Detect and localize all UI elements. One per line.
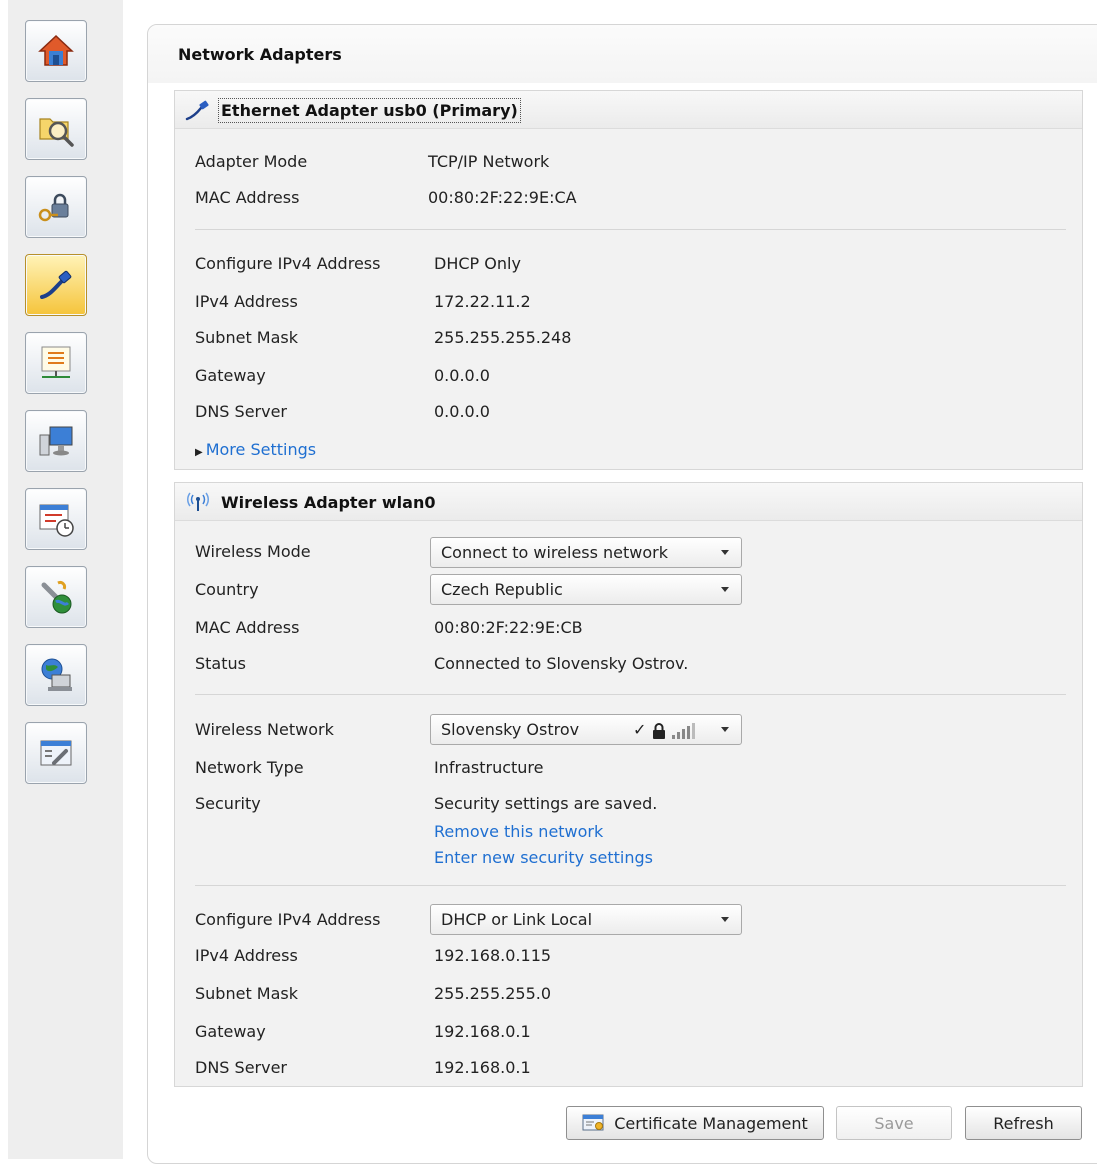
mac-address-label: MAC Address <box>195 188 300 207</box>
divider <box>195 229 1066 230</box>
config-tool-icon <box>40 740 72 766</box>
wireless-mac-value: 00:80:2F:22:9E:CB <box>434 618 583 637</box>
configure-ipv4-label: Configure IPv4 Address <box>195 254 381 273</box>
ethernet-section-header[interactable]: Ethernet Adapter usb0 (Primary) <box>175 91 1082 129</box>
gateway-value: 0.0.0.0 <box>434 366 490 385</box>
status-label: Status <box>195 654 246 673</box>
ipv4-address-label: IPv4 Address <box>195 292 298 311</box>
configure-ipv4-value: DHCP or Link Local <box>441 910 593 929</box>
wireless-network-label: Wireless Network <box>195 720 334 739</box>
save-label: Save <box>874 1113 914 1133</box>
subnet-mask-label: Subnet Mask <box>195 328 299 347</box>
adapter-mode-label: Adapter Mode <box>195 152 308 171</box>
home-button[interactable] <box>25 20 87 82</box>
ethernet-adapter-section: Ethernet Adapter usb0 (Primary) Adapter … <box>174 90 1083 470</box>
wireless-gateway-value: 192.168.0.1 <box>434 1022 531 1041</box>
computer-display-button[interactable] <box>25 410 87 472</box>
wireless-antenna-icon <box>187 492 209 511</box>
network-cable-icon <box>185 100 209 121</box>
certificate-icon <box>582 1114 604 1131</box>
security-value: Security settings are saved. <box>434 794 658 813</box>
wireless-mode-value: Connect to wireless network <box>441 543 669 562</box>
schedule-clock-icon <box>39 504 74 537</box>
ipv4-address-value: 172.22.11.2 <box>434 292 531 311</box>
tools-globe-icon <box>41 581 72 614</box>
network-status-indicators: ✓ <box>633 720 701 739</box>
more-settings-label: More Settings <box>205 440 317 459</box>
network-type-label: Network Type <box>195 758 304 777</box>
lock-key-icon <box>38 193 69 222</box>
dns-server-label: DNS Server <box>195 402 287 421</box>
signal-strength-icon <box>671 723 695 739</box>
chevron-down-icon <box>721 727 729 732</box>
enter-security-settings-link[interactable]: Enter new security settings <box>434 848 653 867</box>
configure-ipv4-select[interactable]: DHCP or Link Local <box>430 904 742 935</box>
country-label: Country <box>195 580 259 599</box>
status-value: Connected to Slovensky Ostrov. <box>434 654 689 673</box>
subnet-mask-value: 255.255.255.248 <box>434 328 572 347</box>
wireless-configure-ipv4-label: Configure IPv4 Address <box>195 910 381 929</box>
wireless-ipv4-value: 192.168.0.115 <box>434 946 552 965</box>
wireless-dns-value: 192.168.0.1 <box>434 1058 531 1077</box>
wireless-mode-select[interactable]: Connect to wireless network <box>430 537 742 568</box>
wireless-mac-label: MAC Address <box>195 618 300 637</box>
adapter-mode-value: TCP/IP Network <box>428 152 550 171</box>
expand-triangle-icon: ▶ <box>195 447 203 458</box>
refresh-button[interactable]: Refresh <box>965 1106 1082 1140</box>
refresh-label: Refresh <box>993 1113 1054 1133</box>
wireless-mode-label: Wireless Mode <box>195 542 311 561</box>
country-value: Czech Republic <box>441 580 563 599</box>
more-settings-link[interactable]: ▶ More Settings <box>195 440 316 459</box>
panel-header: Network Adapters <box>148 25 1097 83</box>
lock-icon <box>652 723 665 739</box>
wireless-network-select[interactable]: Slovensky Ostrov ✓ <box>430 714 742 745</box>
network-adapters-panel: Network Adapters Ethernet Adapter usb0 (… <box>147 24 1097 1164</box>
tools-globe-button[interactable] <box>25 566 87 628</box>
divider <box>195 694 1066 695</box>
chevron-down-icon <box>721 550 729 555</box>
dns-server-value: 0.0.0.0 <box>434 402 490 421</box>
globe-computer-button[interactable] <box>25 644 87 706</box>
country-select[interactable]: Czech Republic <box>430 574 742 605</box>
wireless-subnet-label: Subnet Mask <box>195 984 299 1003</box>
wireless-dns-label: DNS Server <box>195 1058 287 1077</box>
computer-display-icon <box>39 426 73 456</box>
config-tool-button[interactable] <box>25 722 87 784</box>
wireless-network-value: Slovensky Ostrov <box>441 720 580 739</box>
gateway-label: Gateway <box>195 366 266 385</box>
wireless-section-title: Wireless Adapter wlan0 <box>221 493 436 512</box>
network-adapters-button[interactable] <box>25 254 87 316</box>
search-folder-icon <box>39 118 74 147</box>
mac-address-value: 00:80:2F:22:9E:CA <box>428 188 577 207</box>
left-toolbar <box>8 0 123 1159</box>
globe-computer-icon <box>41 658 72 691</box>
schedule-button[interactable] <box>25 488 87 550</box>
chevron-down-icon <box>721 917 729 922</box>
remove-network-link[interactable]: Remove this network <box>434 822 603 841</box>
network-cable-icon <box>40 270 72 299</box>
security-button[interactable] <box>25 176 87 238</box>
wireless-subnet-value: 255.255.255.0 <box>434 984 552 1003</box>
certificate-management-button[interactable]: Certificate Management <box>566 1106 824 1140</box>
network-type-value: Infrastructure <box>434 758 544 777</box>
wireless-section-header[interactable]: Wireless Adapter wlan0 <box>175 483 1082 521</box>
ethernet-section-title: Ethernet Adapter usb0 (Primary) <box>218 98 521 123</box>
wireless-adapter-section: Wireless Adapter wlan0 Wireless Mode Con… <box>174 482 1083 1087</box>
divider <box>195 885 1066 886</box>
wireless-ipv4-label: IPv4 Address <box>195 946 298 965</box>
security-label: Security <box>195 794 261 813</box>
save-button[interactable]: Save <box>836 1106 952 1140</box>
network-list-icon <box>41 346 71 378</box>
wireless-gateway-label: Gateway <box>195 1022 266 1041</box>
certificate-management-label: Certificate Management <box>614 1113 808 1133</box>
panel-title: Network Adapters <box>178 45 342 64</box>
search-folder-button[interactable] <box>25 98 87 160</box>
home-icon <box>38 34 74 66</box>
network-list-button[interactable] <box>25 332 87 394</box>
chevron-down-icon <box>721 587 729 592</box>
configure-ipv4-value: DHCP Only <box>434 254 521 273</box>
connected-check-icon: ✓ <box>633 720 647 739</box>
